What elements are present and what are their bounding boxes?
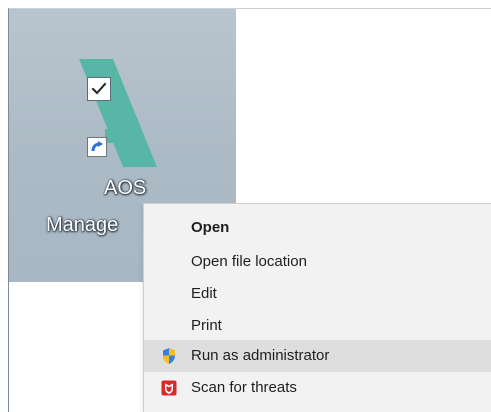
mcafee-shield-icon [161, 380, 177, 396]
desktop-icon-label-line-1: AOS [104, 177, 147, 199]
menu-item-scan-for-threats-label: Scan for threats [191, 379, 297, 396]
menu-item-open-label: Open [191, 219, 230, 236]
menu-item-scan-for-threats[interactable]: Scan for threats [144, 372, 491, 404]
menu-item-open-file-location[interactable]: Open file location [144, 246, 491, 278]
menu-item-edit[interactable]: Edit [144, 278, 491, 310]
context-menu: Open Open file location Edit Print Run a… [143, 203, 491, 412]
menu-item-open-file-location-label: Open file location [191, 253, 307, 270]
uac-shield-icon [163, 348, 175, 364]
menu-item-print-label: Print [191, 317, 222, 334]
menu-item-open[interactable]: Open [144, 212, 491, 244]
desktop-icon-label-line-2: Manage [46, 214, 119, 236]
menu-item-print[interactable]: Print [144, 310, 491, 342]
menu-item-edit-label: Edit [191, 285, 217, 302]
menu-item-run-as-administrator[interactable]: Run as administrator [144, 340, 491, 372]
checkbox-icon[interactable] [87, 77, 111, 101]
shortcut-arrow-icon [87, 137, 107, 157]
menu-item-run-as-administrator-label: Run as administrator [191, 347, 330, 364]
